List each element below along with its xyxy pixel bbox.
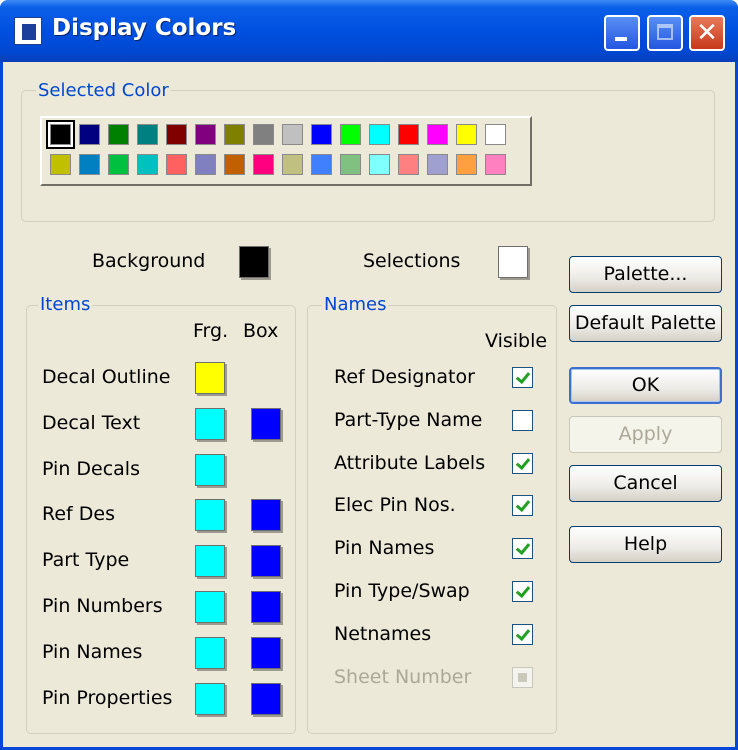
maximize-button[interactable] bbox=[647, 15, 683, 51]
name-label: Pin Names bbox=[334, 537, 435, 560]
window-title: Display Colors bbox=[52, 15, 237, 41]
selections-label: Selections bbox=[363, 250, 461, 272]
item-label: Decal Text bbox=[42, 411, 141, 434]
item-label: Pin Decals bbox=[42, 457, 140, 480]
color-palette bbox=[40, 116, 532, 186]
selected-color-label: Selected Color bbox=[36, 80, 171, 101]
visible-checkbox[interactable] bbox=[512, 538, 533, 560]
box-color-swatch[interactable] bbox=[251, 499, 281, 532]
palette-swatch[interactable] bbox=[50, 154, 71, 175]
maximize-icon bbox=[657, 24, 673, 40]
frg-color-swatch[interactable] bbox=[195, 362, 225, 394]
palette-swatch[interactable] bbox=[79, 154, 100, 175]
box-color-swatch[interactable] bbox=[251, 682, 281, 715]
name-label: Netnames bbox=[334, 622, 432, 645]
item-label: Pin Properties bbox=[42, 686, 173, 709]
item-label: Pin Numbers bbox=[42, 595, 163, 617]
app-icon bbox=[14, 17, 42, 45]
item-label: Ref Des bbox=[42, 503, 115, 526]
palette-swatch[interactable] bbox=[369, 154, 390, 175]
frg-column-header: Frg. bbox=[193, 320, 229, 342]
visible-checkbox[interactable] bbox=[512, 581, 533, 602]
palette-swatch[interactable] bbox=[195, 154, 216, 175]
palette-swatch[interactable] bbox=[340, 124, 361, 145]
palette-swatch[interactable] bbox=[282, 154, 303, 175]
box-color-swatch[interactable] bbox=[251, 407, 281, 440]
background-label: Background bbox=[92, 250, 206, 272]
palette-swatch[interactable] bbox=[195, 124, 216, 145]
palette-swatch[interactable] bbox=[137, 154, 158, 175]
item-label: Part Type bbox=[42, 549, 130, 572]
box-color-swatch[interactable] bbox=[251, 636, 281, 669]
frg-color-swatch[interactable] bbox=[195, 591, 225, 623]
name-label: Part-Type Name bbox=[334, 408, 483, 431]
palette-swatch[interactable] bbox=[79, 124, 100, 145]
palette-swatch[interactable] bbox=[398, 154, 419, 175]
visible-checkbox[interactable] bbox=[512, 452, 533, 474]
box-color-swatch[interactable] bbox=[251, 545, 281, 578]
display-colors-dialog: Display Colors ✕ Selected Color Backgrou… bbox=[0, 0, 738, 750]
help-button[interactable]: Help bbox=[569, 526, 722, 563]
item-label: Decal Outline bbox=[42, 366, 171, 388]
palette-swatch[interactable] bbox=[427, 124, 448, 145]
palette-swatch[interactable] bbox=[340, 154, 361, 175]
palette-swatch[interactable] bbox=[253, 154, 274, 175]
item-label: Pin Names bbox=[42, 640, 143, 663]
palette-swatch[interactable] bbox=[137, 124, 158, 145]
name-label: Ref Designator bbox=[334, 366, 475, 388]
name-label: Sheet Number bbox=[334, 665, 472, 688]
title-bar[interactable]: Display Colors ✕ bbox=[0, 0, 738, 62]
palette-swatch[interactable] bbox=[485, 124, 506, 145]
frg-color-swatch[interactable] bbox=[195, 545, 225, 578]
name-label: Elec Pin Nos. bbox=[334, 494, 456, 517]
frg-color-swatch[interactable] bbox=[195, 407, 225, 440]
minimize-button[interactable] bbox=[604, 15, 640, 51]
palette-swatch[interactable] bbox=[398, 124, 419, 145]
ok-button[interactable]: OK bbox=[569, 367, 722, 404]
visible-checkbox[interactable] bbox=[512, 409, 533, 431]
palette-swatch[interactable] bbox=[282, 124, 303, 145]
cancel-button[interactable]: Cancel bbox=[569, 465, 722, 502]
palette-swatch[interactable] bbox=[485, 154, 506, 175]
palette-swatch[interactable] bbox=[224, 124, 245, 145]
visible-checkbox[interactable] bbox=[512, 367, 533, 388]
default-palette-button[interactable]: Default Palette bbox=[569, 305, 722, 342]
close-icon: ✕ bbox=[696, 18, 718, 48]
palette-button[interactable]: Palette... bbox=[569, 256, 722, 293]
palette-swatch[interactable] bbox=[48, 122, 73, 147]
frg-color-swatch[interactable] bbox=[195, 453, 225, 486]
selections-color-swatch[interactable] bbox=[498, 246, 528, 278]
background-color-swatch[interactable] bbox=[239, 246, 269, 278]
palette-swatch[interactable] bbox=[253, 124, 274, 145]
frg-color-swatch[interactable] bbox=[195, 499, 225, 532]
close-button[interactable]: ✕ bbox=[689, 15, 725, 51]
frg-color-swatch[interactable] bbox=[195, 636, 225, 669]
palette-swatch[interactable] bbox=[311, 124, 332, 145]
visible-checkbox[interactable] bbox=[512, 623, 533, 645]
box-color-swatch[interactable] bbox=[251, 591, 281, 623]
palette-swatch[interactable] bbox=[166, 124, 187, 145]
palette-swatch[interactable] bbox=[456, 124, 477, 145]
names-group-label: Names bbox=[322, 294, 389, 315]
minimize-icon bbox=[615, 37, 627, 41]
palette-swatch[interactable] bbox=[311, 154, 332, 175]
items-group-label: Items bbox=[38, 294, 93, 315]
name-label: Pin Type/Swap bbox=[334, 580, 470, 602]
name-label: Attribute Labels bbox=[334, 451, 486, 474]
palette-swatch[interactable] bbox=[224, 154, 245, 175]
palette-swatch[interactable] bbox=[369, 124, 390, 145]
frg-color-swatch[interactable] bbox=[195, 682, 225, 715]
palette-swatch[interactable] bbox=[108, 124, 129, 145]
visible-checkbox[interactable] bbox=[512, 495, 533, 517]
apply-button[interactable]: Apply bbox=[569, 416, 722, 453]
visible-column-header: Visible bbox=[485, 330, 548, 352]
palette-swatch[interactable] bbox=[456, 154, 477, 175]
palette-swatch[interactable] bbox=[166, 154, 187, 175]
palette-swatch[interactable] bbox=[108, 154, 129, 175]
palette-swatch[interactable] bbox=[427, 154, 448, 175]
visible-checkbox[interactable] bbox=[512, 666, 533, 688]
box-column-header: Box bbox=[243, 320, 279, 342]
